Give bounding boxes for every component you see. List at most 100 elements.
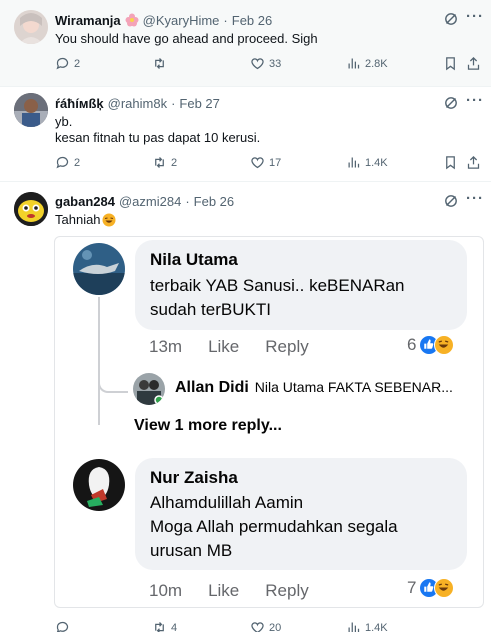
like-icon xyxy=(251,157,264,169)
share-icon[interactable] xyxy=(466,155,481,170)
avatar[interactable] xyxy=(14,192,48,226)
fb-comment-bubble: Nur Zaisha Alhamdulillah Aamin Moga Alla… xyxy=(135,458,467,570)
fb-avatar-nila-utama xyxy=(73,243,125,295)
thread-line xyxy=(98,297,100,425)
like-count: 33 xyxy=(269,57,282,70)
tweet-text-line-1: yb. xyxy=(55,114,73,129)
reply-button[interactable] xyxy=(55,620,74,632)
fb-reply-link[interactable]: Reply xyxy=(265,581,308,601)
fb-comment-line-1: Alhamdulillah Aamin xyxy=(150,493,304,512)
retweet-icon xyxy=(155,622,164,632)
tweet-header: gaban284 @azmi284 · Feb 26 xyxy=(55,194,234,209)
share-icon[interactable] xyxy=(466,56,481,71)
tweet-date[interactable]: Feb 27 xyxy=(179,96,219,111)
retweet-icon xyxy=(155,157,164,168)
more-icon[interactable]: ··· xyxy=(466,8,484,25)
like-button[interactable]: 17 xyxy=(250,155,281,170)
fb-commenter-name[interactable]: Nila Utama xyxy=(150,250,238,270)
fb-commenter-name[interactable]: Nur Zaisha xyxy=(150,468,238,488)
reply-icon xyxy=(56,621,69,632)
views-button[interactable]: 2.8K xyxy=(346,56,388,71)
display-name[interactable]: ŕáħíмßķ xyxy=(55,96,104,111)
views-icon xyxy=(348,58,360,69)
bookmark-icon[interactable] xyxy=(443,155,458,170)
tweet-text: You should have go ahead and proceed. Si… xyxy=(55,31,318,46)
grok-icon[interactable] xyxy=(444,96,458,110)
tweet-1[interactable]: Wiramanja @KyaryHime · Feb 26 ··· You sh… xyxy=(0,0,491,87)
views-button[interactable]: 1.4K xyxy=(346,155,388,170)
fb-comment-time: 13m xyxy=(149,337,183,356)
fb-comment-bubble: Nila Utama terbaik YAB Sanusi.. keBENARa… xyxy=(135,240,467,330)
fb-comment-line-2: sudah terBUKTI xyxy=(150,300,271,319)
user-handle[interactable]: @rahim8k xyxy=(108,96,167,111)
tweet-date[interactable]: Feb 26 xyxy=(194,194,234,209)
fb-comment-meta: 13m Like Reply xyxy=(149,337,335,357)
like-button[interactable]: 20 xyxy=(250,620,281,632)
fb-reply-preview[interactable]: Allan Didi Nila Utama FAKTA SEBENAR... xyxy=(175,379,453,397)
grok-icon[interactable] xyxy=(444,194,458,208)
fb-like-link[interactable]: Like xyxy=(208,581,239,601)
fb-comment-line-1: terbaik YAB Sanusi.. keBENARan xyxy=(150,276,405,295)
views-icon xyxy=(348,622,360,632)
retweet-button[interactable] xyxy=(152,56,171,71)
views-icon xyxy=(348,157,360,168)
display-name[interactable]: gaban284 xyxy=(55,194,115,209)
fb-comment-meta: 10m Like Reply xyxy=(149,581,335,601)
fb-reactions[interactable]: 7 xyxy=(407,578,455,598)
views-count: 1.4K xyxy=(365,621,388,632)
views-button[interactable]: 1.4K xyxy=(346,620,388,632)
tweet-text-row: Tahniah xyxy=(55,211,116,228)
reply-button[interactable]: 2 xyxy=(55,56,80,71)
fb-like-link[interactable]: Like xyxy=(208,337,239,357)
tweet-text: Tahniah xyxy=(55,212,101,227)
display-name[interactable]: Wiramanja xyxy=(55,13,121,28)
fb-view-more-replies[interactable]: View 1 more reply... xyxy=(134,417,282,435)
haha-reaction-icon xyxy=(434,578,455,598)
fb-reply-author: Allan Didi xyxy=(175,379,249,396)
tweet-header: Wiramanja @KyaryHime · Feb 26 xyxy=(55,11,272,28)
grok-icon[interactable] xyxy=(444,12,458,26)
embedded-image[interactable]: Nila Utama terbaik YAB Sanusi.. keBENARa… xyxy=(54,236,484,608)
fb-avatar-allan-didi xyxy=(133,373,165,405)
avatar-image xyxy=(14,10,48,44)
retweet-button[interactable]: 2 xyxy=(152,155,177,170)
retweet-count: 4 xyxy=(171,621,178,632)
fb-comment-line-3: urusan MB xyxy=(150,541,233,560)
tweet-text-line-2: kesan fitnah tu pas dapat 10 kerusi. xyxy=(55,130,261,145)
separator-dot: · xyxy=(185,194,190,209)
avatar-image xyxy=(14,93,48,127)
retweet-button[interactable]: 4 xyxy=(152,620,177,632)
avatar[interactable] xyxy=(14,10,48,44)
fb-comment-line-2: Moga Allah permudahkan segala xyxy=(150,517,398,536)
reply-icon xyxy=(56,156,69,169)
like-count: 17 xyxy=(269,156,282,169)
tweet-header: ŕáħíмßķ @rahim8k · Feb 27 xyxy=(55,96,220,111)
like-count: 20 xyxy=(269,621,282,632)
retweet-icon xyxy=(155,58,164,69)
separator-dot: · xyxy=(223,13,228,28)
user-handle[interactable]: @KyaryHime xyxy=(143,13,220,28)
fb-reactions[interactable]: 6 xyxy=(407,335,455,355)
haha-reaction-icon xyxy=(434,335,455,355)
avatar[interactable] xyxy=(14,93,48,127)
more-icon[interactable]: ··· xyxy=(466,190,484,207)
tweet-2[interactable]: ŕáħíмßķ @rahim8k · Feb 27 ··· yb. kesan … xyxy=(0,87,491,182)
avatar-image xyxy=(14,192,48,226)
reply-count: 2 xyxy=(74,156,81,169)
fb-reply-link[interactable]: Reply xyxy=(265,337,308,357)
tweet-date[interactable]: Feb 26 xyxy=(232,13,272,28)
fb-reply-snippet: Nila Utama FAKTA SEBENAR... xyxy=(254,379,453,395)
tweet-actions: 2 33 2.8K xyxy=(0,56,491,74)
laugh-emoji-icon xyxy=(102,213,116,227)
retweet-count: 2 xyxy=(171,156,178,169)
like-icon xyxy=(251,58,264,70)
tweet-actions: 4 20 1.4K xyxy=(0,620,491,632)
like-button[interactable]: 33 xyxy=(250,56,281,71)
reply-count: 2 xyxy=(74,57,81,70)
separator-dot: · xyxy=(171,96,176,111)
bookmark-icon[interactable] xyxy=(443,56,458,71)
reply-icon xyxy=(56,57,69,70)
more-icon[interactable]: ··· xyxy=(466,92,484,109)
user-handle[interactable]: @azmi284 xyxy=(119,194,181,209)
reply-button[interactable]: 2 xyxy=(55,155,80,170)
